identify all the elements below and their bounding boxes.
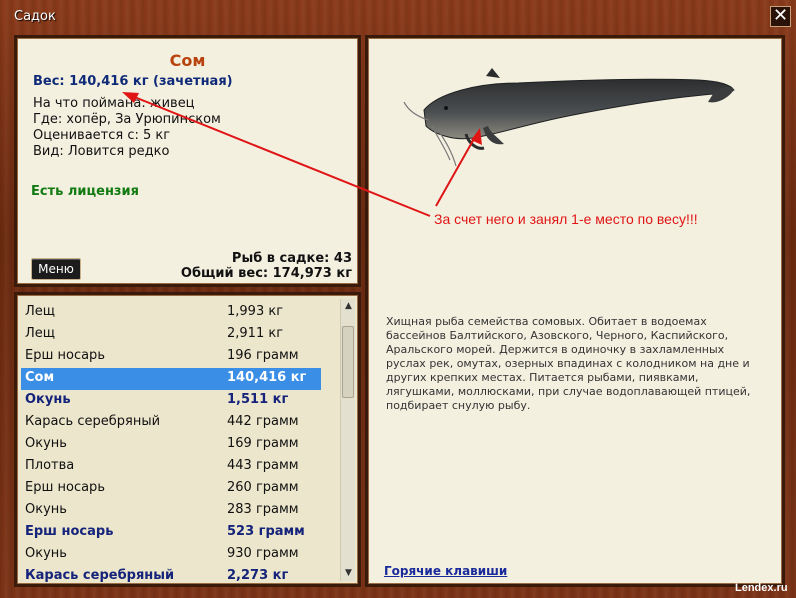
catch-fish-weight: 2,273 кг [227, 568, 289, 583]
scroll-down-arrow-icon[interactable]: ▼ [341, 566, 356, 581]
catch-list-row[interactable]: Окунь 169 грамм [21, 434, 321, 456]
catch-fish-name: Лещ [25, 326, 56, 341]
license-status: Есть лицензия [31, 184, 139, 199]
fish-image-panel: Хищная рыба семейства сомовых. Обитает в… [365, 35, 785, 587]
catch-fish-name: Карась серебряный [25, 568, 175, 583]
catch-list-row[interactable]: Окунь 1,511 кг [21, 390, 321, 412]
catch-fish-weight: 260 грамм [227, 480, 299, 495]
catch-fish-name: Карась серебряный [25, 414, 161, 429]
menu-button[interactable]: Меню [31, 258, 81, 280]
rating-threshold-detail: Оценивается с: 5 кг [33, 128, 171, 143]
catch-fish-weight: 930 грамм [227, 546, 299, 561]
close-button[interactable]: ✕ [770, 6, 791, 27]
fish-weight: Вес: 140,416 кг (зачетная) [33, 74, 233, 89]
fish-count: Рыб в садке: 43 [231, 251, 352, 266]
catch-fish-weight: 196 грамм [227, 348, 299, 363]
catch-fish-name: Сом [25, 370, 55, 385]
catch-fish-weight: 169 грамм [227, 436, 299, 451]
catch-fish-name: Плотва [25, 458, 75, 473]
window-titlebar: Садок ✕ [0, 0, 796, 32]
catch-list-row[interactable]: Окунь 930 грамм [21, 544, 321, 566]
hotkeys-link[interactable]: Горячие клавиши [384, 564, 507, 578]
catch-list-row[interactable]: Лещ 2,911 кг [21, 324, 321, 346]
location-detail: Где: хопёр, За Урюпинском [33, 112, 221, 127]
catch-list-row[interactable]: Карась серебряный 2,273 кг [21, 566, 321, 588]
catch-fish-weight: 1,993 кг [227, 304, 284, 319]
close-icon: ✕ [772, 5, 789, 26]
catch-list-row[interactable]: Лещ 1,993 кг [21, 302, 321, 324]
catfish-image [403, 68, 735, 167]
catch-fish-weight: 140,416 кг [227, 370, 307, 385]
species-detail: Вид: Ловится редко [33, 144, 170, 159]
catch-stats: Рыб в садке: 43 Общий вес: 174,973 кг [181, 251, 352, 281]
scroll-up-arrow-icon[interactable]: ▲ [341, 299, 356, 314]
catch-fish-name: Окунь [25, 546, 67, 561]
catch-fish-name: Окунь [25, 502, 67, 517]
catch-fish-name: Ерш носарь [25, 348, 105, 363]
catch-list-row[interactable]: Плотва 443 грамм [21, 456, 321, 478]
total-weight: Общий вес: 174,973 кг [180, 266, 352, 281]
catch-fish-weight: 443 грамм [227, 458, 299, 473]
watermark: Lendex.ru [735, 582, 788, 594]
catch-fish-name: Окунь [25, 392, 71, 407]
fish-info-panel: Сом Вес: 140,416 кг (зачетная) На что по… [14, 35, 361, 287]
fish-description: Хищная рыба семейства сомовых. Обитает в… [386, 315, 751, 412]
catch-fish-weight: 283 грамм [227, 502, 299, 517]
window-title: Садок [14, 9, 56, 24]
catch-list-row[interactable]: Ерш носарь 523 грамм [21, 522, 321, 544]
catch-fish-weight: 2,911 кг [227, 326, 284, 341]
catch-fish-weight: 523 грамм [227, 524, 305, 539]
catch-fish-name: Лещ [25, 304, 56, 319]
catch-fish-name: Окунь [25, 436, 67, 451]
annotation-text: За счет него и занял 1-е место по весу!!… [434, 211, 698, 227]
catch-list-row[interactable]: Ерш носарь 260 грамм [21, 478, 321, 500]
bait-detail: На что поймана: живец [33, 96, 195, 111]
scroll-thumb[interactable] [342, 326, 354, 398]
catch-fish-weight: 442 грамм [227, 414, 299, 429]
catch-fish-name: Ерш носарь [25, 524, 114, 539]
catch-list-row[interactable]: Ерш носарь 196 грамм [21, 346, 321, 368]
catch-fish-weight: 1,511 кг [227, 392, 289, 407]
fish-name: Сом [169, 51, 206, 70]
catch-list-row[interactable]: Карась серебряный 442 грамм [21, 412, 321, 434]
catch-list-row[interactable]: Сом 140,416 кг [21, 368, 321, 390]
catch-list-panel: Лещ 1,993 кг Лещ 2,911 кг Ерш носарь 196 грам… [14, 292, 361, 587]
catch-list-row[interactable]: Окунь 283 грамм [21, 500, 321, 522]
list-scrollbar[interactable]: ▲ ▼ [340, 299, 355, 581]
catch-fish-name: Ерш носарь [25, 480, 105, 495]
